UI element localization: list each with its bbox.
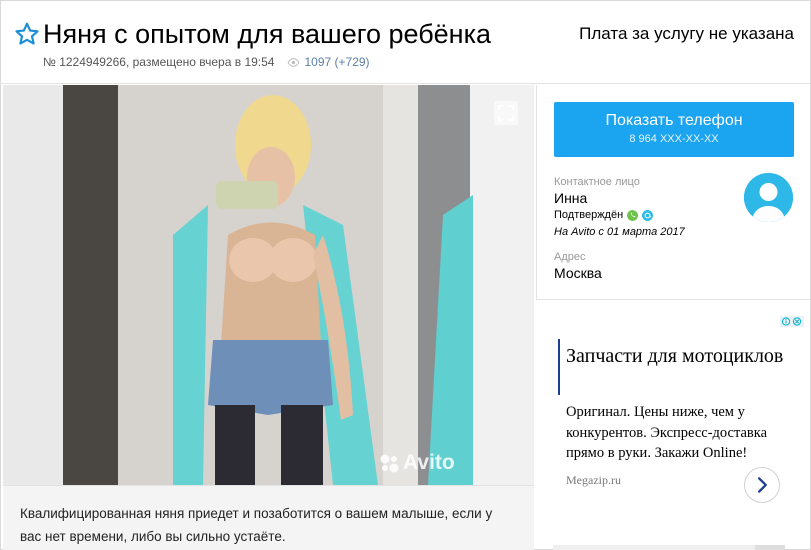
description-text: Квалифицированная няня приедет и позабот… <box>20 506 493 544</box>
chevron-right-icon[interactable] <box>744 467 780 503</box>
listing-header: Няня с опытом для вашего ребёнка Плата з… <box>0 0 811 84</box>
advertisement[interactable]: Запчасти для мотоциклов Оригинал. Цены н… <box>553 315 805 515</box>
phone-icon <box>627 209 639 221</box>
fullscreen-icon[interactable] <box>494 101 518 125</box>
verified-row: Подтверждён <box>554 209 654 221</box>
next-block-edge <box>553 545 755 550</box>
address-value: Москва <box>554 265 602 281</box>
listing-description: Квалифицированная няня приедет и позабот… <box>3 485 534 550</box>
user-avatar-icon[interactable] <box>744 173 793 222</box>
contact-sidebar: Показать телефон 8 964 XXX-XX-XX Контакт… <box>536 85 811 300</box>
contact-person-label: Контактное лицо <box>554 176 640 188</box>
photo-image <box>3 85 534 485</box>
member-since: На Avito с 01 марта 2017 <box>554 226 685 238</box>
ad-domain[interactable]: Megazip.ru <box>566 473 621 488</box>
avito-logo-icon <box>380 454 399 473</box>
contact-name[interactable]: Инна <box>554 190 587 206</box>
watermark-text: Avito <box>403 451 455 474</box>
masked-phone-number: 8 964 XXX-XX-XX <box>629 133 719 145</box>
views-count[interactable]: 1097 (+729) <box>304 55 369 69</box>
next-block-edge-dark <box>755 545 785 550</box>
show-phone-button[interactable]: Показать телефон 8 964 XXX-XX-XX <box>554 102 794 157</box>
star-icon[interactable] <box>14 21 40 47</box>
price-text: Плата за услугу не указана <box>579 24 794 43</box>
listing-meta: № 1224949266, размещено вчера в 19:54 10… <box>43 55 370 69</box>
verified-label: Подтверждён <box>554 209 624 221</box>
address-label: Адрес <box>554 251 586 263</box>
avito-watermark: Avito <box>378 451 455 475</box>
listing-photo[interactable]: Avito <box>3 85 534 485</box>
eye-icon <box>288 57 300 67</box>
ad-title[interactable]: Запчасти для мотоциклов <box>566 342 786 371</box>
ad-text: Оригинал. Цены ниже, чем у конкурентов. … <box>566 404 768 461</box>
show-phone-label: Показать телефон <box>605 112 743 129</box>
email-icon <box>642 209 654 221</box>
listing-title: Няня с опытом для вашего ребёнка <box>43 19 492 49</box>
ad-accent-bar <box>558 339 560 395</box>
adchoices-icon[interactable] <box>780 316 804 327</box>
listing-number-date: № 1224949266, размещено вчера в 19:54 <box>43 55 275 69</box>
